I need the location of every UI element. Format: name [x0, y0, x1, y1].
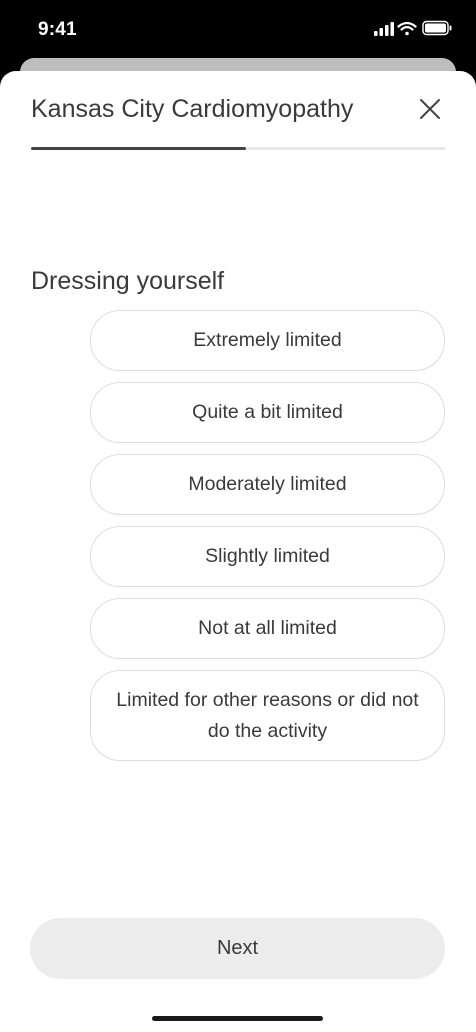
answer-options: Extremely limited Quite a bit limited Mo…: [90, 310, 445, 772]
wifi-icon: [397, 21, 417, 36]
sheet-title: Kansas City Cardiomyopathy: [31, 95, 354, 123]
questionnaire-sheet: Kansas City Cardiomyopathy Dressing your…: [0, 71, 476, 1032]
battery-icon: [422, 20, 452, 36]
option-not-at-all-limited[interactable]: Not at all limited: [90, 598, 445, 659]
cellular-signal-icon: [374, 22, 394, 36]
option-moderately-limited[interactable]: Moderately limited: [90, 454, 445, 515]
home-indicator: [152, 1016, 323, 1021]
status-icons-group: [374, 20, 452, 36]
close-button[interactable]: [414, 93, 446, 125]
next-button[interactable]: Next: [30, 918, 445, 979]
option-quite-a-bit-limited[interactable]: Quite a bit limited: [90, 382, 445, 443]
option-limited-other-reasons[interactable]: Limited for other reasons or did not do …: [90, 670, 445, 761]
status-bar: 9:41: [0, 0, 476, 58]
status-time: 9:41: [38, 19, 77, 40]
close-icon: [420, 99, 440, 119]
option-slightly-limited[interactable]: Slightly limited: [90, 526, 445, 587]
question-text: Dressing yourself: [31, 267, 225, 295]
progress-fill: [31, 147, 247, 150]
option-extremely-limited[interactable]: Extremely limited: [90, 310, 445, 371]
status-icons: [374, 20, 454, 36]
progress-bar: [31, 147, 445, 150]
